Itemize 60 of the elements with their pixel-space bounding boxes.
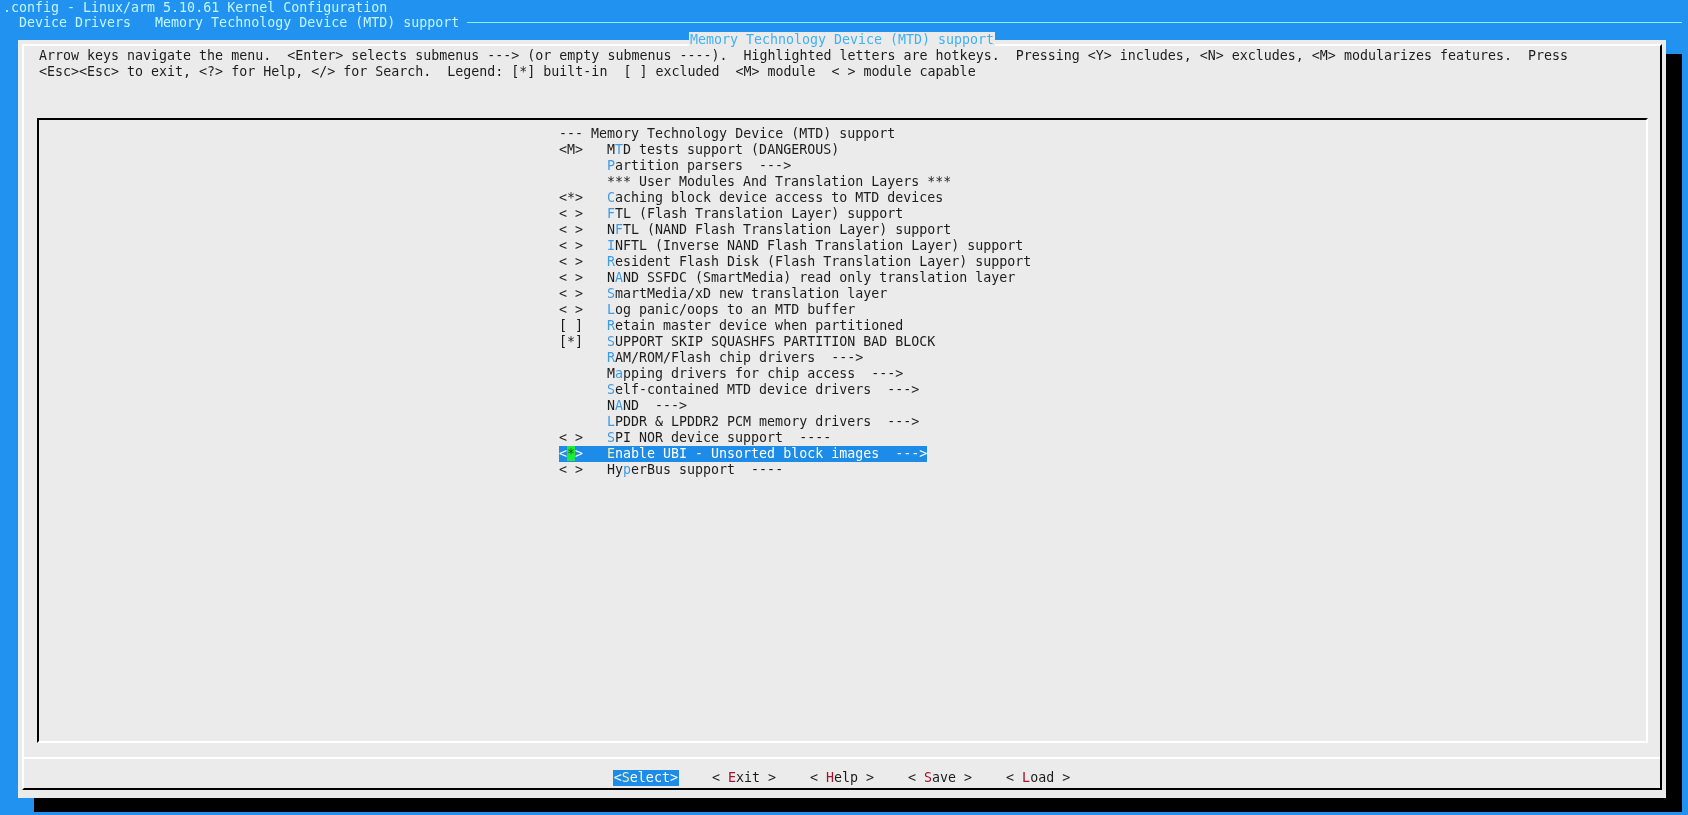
option-state: < > — [559, 302, 585, 318]
option-state: [ ] — [559, 318, 585, 334]
menu-label: NFTL (NAND Flash Translation Layer) support — [607, 222, 952, 238]
menu-label: Caching block device access to MTD devices — [607, 190, 944, 206]
dialog-button[interactable]: < Help > — [808, 770, 876, 786]
menu-label: FTL (Flash Translation Layer) support — [607, 206, 904, 222]
menu-label: SUPPORT SKIP SQUASHFS PARTITION BAD BLOCK — [607, 334, 936, 350]
option-state: < > — [559, 286, 585, 302]
menu-item[interactable]: NAND ---> — [559, 398, 688, 414]
menu-item[interactable]: --- Memory Technology Device (MTD) support — [559, 126, 896, 142]
dialog-button[interactable]: < Save > — [907, 770, 974, 786]
section-marker: --- — [559, 126, 584, 142]
menu-label: SmartMedia/xD new translation layer — [607, 286, 888, 302]
menu-item[interactable]: <M> MTD tests support (DANGEROUS) — [559, 142, 840, 158]
menu-item[interactable]: < > INFTL (Inverse NAND Flash Translation Layer) support — [559, 238, 1024, 254]
menu-item[interactable]: < > NFTL (NAND Flash Translation Layer) support — [559, 222, 952, 238]
option-state: [*] — [559, 334, 585, 350]
menu-label: RAM/ROM/Flash chip drivers ---> — [607, 350, 864, 366]
option-state: < > — [559, 270, 585, 286]
option-state: < > — [559, 238, 585, 254]
menu-item[interactable]: < > SPI NOR device support ---- — [559, 430, 832, 446]
option-state: <*> — [559, 190, 585, 206]
menu-label: NAND SSFDC (SmartMedia) read only translation layer — [607, 270, 1016, 286]
menu-label: Retain master device when partitioned — [607, 318, 904, 334]
menu-item[interactable]: <*> Caching block device access to MTD devices — [559, 190, 944, 206]
help-text: Arrow keys navigate the menu. <Enter> selects submenus ---> (or empty submenus ----). Highlighted letters are hotkeys. Pressing <Y> includes, <N> excludes, <M> modularizes features. Press — [39, 48, 1570, 64]
menu-label: HyperBus support ---- — [607, 462, 784, 478]
menu-label: Partition parsers ---> — [607, 158, 792, 174]
breadcrumb-item: Device Drivers — [19, 15, 132, 30]
menu-label: INFTL (Inverse NAND Flash Translation Layer) support — [607, 238, 1024, 254]
option-state: <M> — [559, 142, 585, 158]
menu-label: NAND ---> — [607, 398, 688, 414]
menu-item[interactable]: Partition parsers ---> — [559, 158, 792, 174]
option-state: < > — [559, 254, 585, 270]
menu-label: Log panic/oops to an MTD buffer — [607, 302, 856, 318]
menu-item[interactable]: < > SmartMedia/xD new translation layer — [559, 286, 888, 302]
dialog-title: Memory Technology Device (MTD) support — [688, 32, 996, 48]
dialog-button[interactable]: < Load > — [1005, 770, 1072, 786]
option-state: < > — [559, 206, 585, 222]
menu-item[interactable]: < > Log panic/oops to an MTD buffer — [559, 302, 856, 318]
menu-item[interactable]: < > NAND SSFDC (SmartMedia) read only translation layer — [559, 270, 1016, 286]
menu-item[interactable]: RAM/ROM/Flash chip drivers ---> — [559, 350, 864, 366]
window-title: .config - Linux/arm 5.10.61 Kernel Configuration — [3, 0, 389, 15]
menu-item[interactable]: < > Resident Flash Disk (Flash Translation Layer) support — [559, 254, 1032, 270]
menu-item[interactable]: [ ] Retain master device when partitioned — [559, 318, 904, 334]
menu-label: MTD tests support (DANGEROUS) — [607, 142, 840, 158]
dialog-button[interactable]: <Select> — [612, 770, 679, 786]
option-state: < > — [559, 462, 585, 478]
breadcrumb-item: Memory Technology Device (MTD) support — [155, 15, 460, 30]
menu-label: Enable UBI - Unsorted block images ---> — [607, 446, 928, 462]
option-state: < > — [559, 222, 585, 238]
option-state: < > — [559, 430, 585, 446]
menu-item[interactable]: < > FTL (Flash Translation Layer) support — [559, 206, 904, 222]
menu-label: Resident Flash Disk (Flash Translation Layer) support — [607, 254, 1032, 270]
menu-label: SPI NOR device support ---- — [607, 430, 832, 446]
menu-heading: Memory Technology Device (MTD) support — [591, 126, 896, 142]
dialog-button[interactable]: < Exit > — [710, 770, 777, 786]
help-text: <Esc><Esc> to exit, <?> for Help, </> for Search. Legend: [*] built-in [ ] excluded <M> module < > module capable — [39, 64, 977, 80]
menu-item[interactable]: [*] SUPPORT SKIP SQUASHFS PARTITION BAD BLOCK — [559, 334, 936, 350]
menu-item[interactable]: < > HyperBus support ---- — [559, 462, 784, 478]
